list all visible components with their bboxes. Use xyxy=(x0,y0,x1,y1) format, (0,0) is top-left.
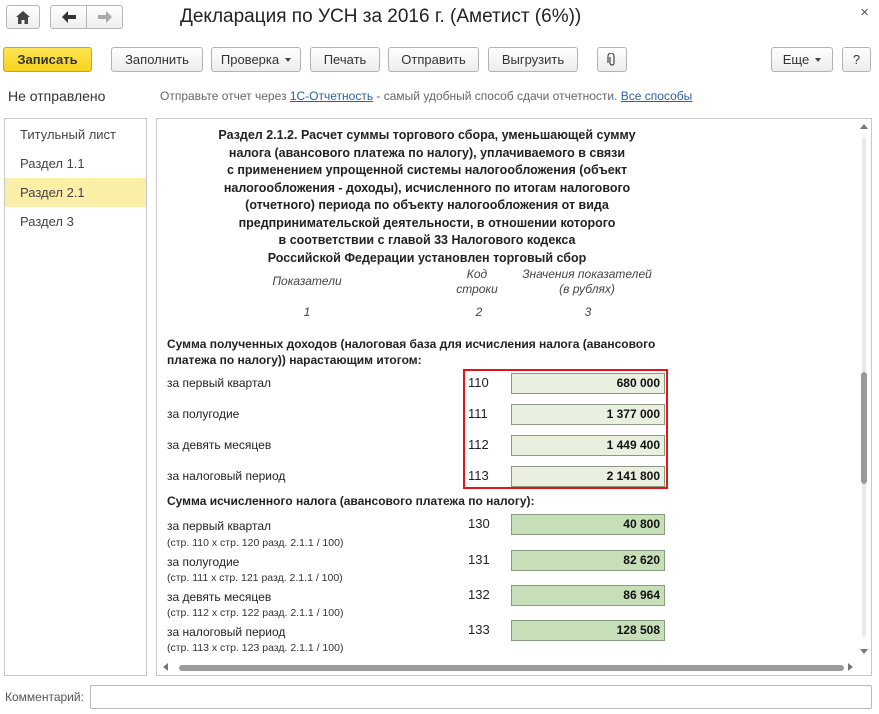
attach-button[interactable] xyxy=(597,47,627,72)
row-formula: (стр. 113 х стр. 123 разд. 2.1.1 / 100) xyxy=(167,642,344,654)
print-button[interactable]: Печать xyxy=(310,47,380,72)
col-header-values-line1: Значения показателей xyxy=(522,267,652,281)
tax-q1-field[interactable]: 40 800 xyxy=(511,514,665,535)
window-title: Декларация по УСН за 2016 г. (Аметист (6… xyxy=(180,6,582,27)
group-income-label: Сумма полученных доходов (налоговая база… xyxy=(167,337,656,367)
check-dropdown-button[interactable]: Проверка xyxy=(211,47,301,72)
row-code: 133 xyxy=(468,622,490,637)
more-dropdown-button[interactable]: Еще xyxy=(771,47,833,72)
chevron-down-icon xyxy=(285,57,292,62)
col-number-3: 3 xyxy=(584,305,592,319)
highlight-frame xyxy=(463,369,668,489)
nav-item-title-page[interactable]: Титульный лист xyxy=(5,120,146,149)
row-formula: (стр. 111 х стр. 121 разд. 2.1.1 / 100) xyxy=(167,572,343,584)
row-label: за первый квартал xyxy=(167,519,272,533)
col-header-indicators: Показатели xyxy=(272,274,342,288)
report-form: Раздел 2.1.2. Расчет суммы торгового сбо… xyxy=(156,118,872,676)
forward-button[interactable] xyxy=(86,5,123,29)
export-button[interactable]: Выгрузить xyxy=(488,47,578,72)
fill-button[interactable]: Заполнить xyxy=(111,47,203,72)
section-title-line: предпринимательской деятельности, в отно… xyxy=(238,215,616,230)
row-label: за полугодие xyxy=(167,407,240,421)
vertical-scrollbar[interactable] xyxy=(857,119,871,659)
section-title: Раздел 2.1.2. Расчет суммы торгового сбо… xyxy=(187,127,667,267)
paperclip-icon xyxy=(607,52,615,66)
row-code: 131 xyxy=(468,552,490,567)
row-label: за девять месяцев xyxy=(167,590,272,604)
send-hint-prefix: Отправьте отчет через xyxy=(160,89,290,103)
arrow-right-icon xyxy=(97,11,112,23)
status-line: Не отправлено Отправьте отчет через 1С-О… xyxy=(0,84,879,110)
section-title-line: налога (авансового платежа по налогу), у… xyxy=(228,145,626,160)
chevron-down-icon xyxy=(815,57,822,62)
col-number-1: 1 xyxy=(303,305,311,319)
save-button[interactable]: Записать xyxy=(3,47,92,72)
nav-item-section-1-1[interactable]: Раздел 1.1 xyxy=(5,149,146,178)
1c-reporting-link[interactable]: 1С-Отчетность xyxy=(290,89,373,103)
col-header-code: Код строки xyxy=(447,267,507,297)
section-title-line: Российской Федерации установлен торговый… xyxy=(267,250,587,265)
row-formula: (стр. 112 х стр. 122 разд. 2.1.1 / 100) xyxy=(167,607,344,619)
tax-9m-field[interactable]: 86 964 xyxy=(511,585,665,606)
nav-item-section-2-1[interactable]: Раздел 2.1 xyxy=(5,178,146,207)
col-header-code-line1: Код xyxy=(466,267,488,281)
tax-year-field[interactable]: 128 508 xyxy=(511,620,665,641)
row-code: 132 xyxy=(468,587,490,602)
home-button[interactable] xyxy=(6,5,40,29)
col-header-values-line2: (в рублях) xyxy=(559,282,615,296)
back-button[interactable] xyxy=(50,5,87,29)
scroll-down-icon[interactable] xyxy=(860,649,868,654)
window-titlebar: Декларация по УСН за 2016 г. (Аметист (6… xyxy=(0,0,879,40)
section-title-line: (отчетного) периода по объекту налогообл… xyxy=(245,198,609,212)
check-button-label: Проверка xyxy=(220,52,280,67)
nav-item-section-3[interactable]: Раздел 3 xyxy=(5,207,146,236)
col-header-code-line2: строки xyxy=(456,282,498,296)
row-formula: (стр. 110 х стр. 120 разд. 2.1.1 / 100) xyxy=(167,537,344,549)
scroll-thumb[interactable] xyxy=(179,665,844,671)
row-code: 130 xyxy=(468,516,490,531)
arrow-left-icon xyxy=(61,11,76,23)
col-header-values: Значения показателей (в рублях) xyxy=(507,267,667,297)
scroll-right-icon[interactable] xyxy=(848,663,853,671)
scroll-up-icon[interactable] xyxy=(860,124,868,129)
send-button[interactable]: Отправить xyxy=(388,47,479,72)
command-toolbar: Записать Заполнить Проверка Печать Отпра… xyxy=(0,45,879,75)
section-title-line: налогообложения - доходы), исчисленного … xyxy=(223,180,631,195)
send-hint: Отправьте отчет через 1С-Отчетность - са… xyxy=(160,89,692,103)
send-status: Не отправлено xyxy=(8,88,106,104)
row-label: за полугодие xyxy=(167,555,240,569)
comment-label: Комментарий: xyxy=(5,690,84,704)
section-title-line: Раздел 2.1.2. Расчет суммы торгового сбо… xyxy=(218,128,636,142)
close-icon[interactable]: × xyxy=(860,4,869,21)
comment-input[interactable] xyxy=(90,685,872,709)
group-tax-label: Сумма исчисленного налога (авансового пл… xyxy=(167,494,535,508)
tax-h1-field[interactable]: 82 620 xyxy=(511,550,665,571)
row-label: за девять месяцев xyxy=(167,438,272,452)
send-hint-middle: - самый удобный способ сдачи отчетности. xyxy=(373,89,621,103)
more-button-label: Еще xyxy=(782,52,810,67)
scroll-left-icon[interactable] xyxy=(163,663,168,671)
section-nav: Титульный лист Раздел 1.1 Раздел 2.1 Раз… xyxy=(4,118,147,676)
col-number-2: 2 xyxy=(475,305,483,319)
horizontal-scrollbar[interactable] xyxy=(157,659,857,675)
section-title-line: в соответствии с главой 33 Налогового ко… xyxy=(278,233,576,247)
scroll-thumb[interactable] xyxy=(861,372,867,484)
home-icon xyxy=(16,10,30,24)
row-label: за первый квартал xyxy=(167,376,272,390)
row-label: за налоговый период xyxy=(167,625,286,639)
help-button[interactable]: ? xyxy=(842,47,871,72)
section-title-line: с применением упрощенной системы налогоо… xyxy=(226,163,628,177)
row-label: за налоговый период xyxy=(167,469,286,483)
all-methods-link[interactable]: Все способы xyxy=(621,89,693,103)
